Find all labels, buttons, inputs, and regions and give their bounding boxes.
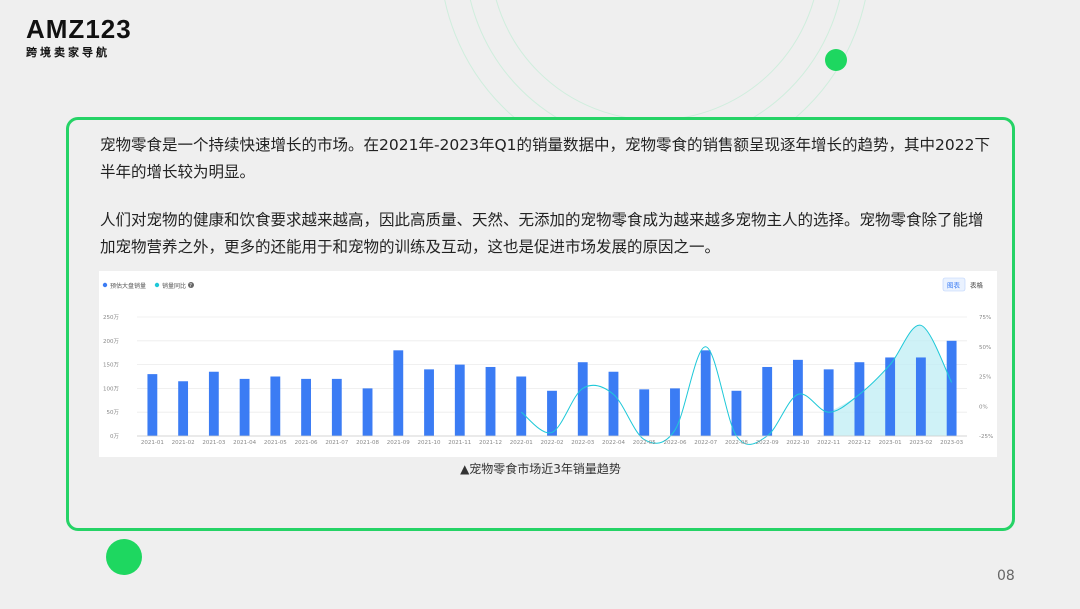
bar-2021-08 (362, 388, 373, 436)
y-right-tick: 75% (979, 315, 991, 321)
x-tick-label: 2021-11 (448, 440, 471, 446)
bar-2022-11 (823, 369, 834, 436)
bar-2021-09 (393, 350, 404, 436)
bar-2021-11 (454, 364, 465, 436)
y-left-tick: 100万 (103, 385, 119, 392)
bar-2021-05 (270, 376, 281, 436)
chart-svg: 预估大盘销量 销量同比? 图表 表格 0万 50万 100万 150万 200万 250万 -25%… (102, 277, 993, 446)
x-tick-label: 2023-02 (909, 440, 932, 446)
x-tick-label: 2022-10 (786, 440, 809, 446)
bar-2023-02 (915, 357, 926, 436)
y-left-tick: 250万 (103, 314, 119, 321)
content-card: 宠物零食是一个持续快速增长的市场。在2021年-2023年Q1的销量数据中，宠物… (66, 117, 1015, 531)
decorative-dot (825, 49, 847, 71)
x-tick-label: 2021-01 (141, 440, 164, 446)
toggle-table: 表格 (970, 281, 984, 290)
paragraph-market-drivers: 人们对宠物的健康和饮食要求越来越高，因此高质量、天然、无添加的宠物零食成为越来越… (100, 211, 984, 256)
brand-tagline: 跨境卖家导航 (26, 46, 110, 59)
bar-2022-04 (608, 371, 619, 436)
bar-2021-03 (208, 371, 219, 436)
bar-2021-12 (485, 366, 496, 436)
paragraph-market-growth: 宠物零食是一个持续快速增长的市场。在2021年-2023年Q1的销量数据中，宠物… (100, 136, 990, 181)
legend-marker-2 (154, 282, 160, 288)
x-tick-label: 2022-06 (663, 440, 686, 446)
bar-2021-07 (331, 378, 342, 436)
y-left-tick: 50万 (107, 409, 120, 416)
bar-2021-01 (147, 374, 158, 436)
x-tick-label: 2021-10 (418, 440, 441, 446)
x-tick-label: 2022-11 (817, 440, 840, 446)
x-tick-label: 2021-06 (295, 440, 318, 446)
y-left-tick: 150万 (103, 362, 119, 369)
chart-caption: ▲宠物零食市场近3年销量趋势 (460, 462, 621, 476)
y-right-tick: 50% (979, 345, 991, 351)
x-tick-label: 2022-05 (633, 440, 656, 446)
bar-2021-02 (178, 381, 189, 436)
bar-2022-10 (793, 359, 803, 436)
x-tick-label: 2022-02 (541, 440, 564, 446)
x-tick-label: 2021-08 (356, 440, 379, 446)
decorative-dot-large (106, 539, 142, 575)
bar-2022-12 (854, 362, 865, 436)
bar-2023-03 (946, 340, 957, 436)
x-tick-label: 2022-03 (571, 440, 594, 446)
sales-trend-chart: 预估大盘销量 销量同比? 图表 表格 0万 50万 100万 150万 200万 250万 -25%… (99, 271, 997, 457)
x-tick-label: 2021-03 (202, 440, 225, 446)
bar-2022-05 (639, 389, 650, 436)
x-tick-label: 2022-12 (848, 440, 871, 446)
y-left-tick: 0万 (110, 433, 119, 440)
x-tick-label: 2023-03 (940, 440, 963, 446)
brand-name: AMZ123 (26, 14, 132, 44)
x-tick-label: 2021-09 (387, 440, 410, 446)
legend-label-2: 销量同比 (162, 282, 186, 290)
toggle-chart: 图表 (947, 281, 961, 290)
x-tick-label: 2022-08 (725, 440, 748, 446)
bar-2021-10 (424, 369, 434, 436)
x-tick-label: 2023-01 (879, 440, 902, 446)
help-icon-glyph: ? (189, 283, 192, 289)
legend-label-1: 预估大盘销量 (110, 282, 146, 290)
y-right-tick: -25% (979, 434, 993, 440)
x-tick-label: 2021-04 (233, 440, 256, 446)
x-tick-label: 2021-02 (172, 440, 195, 446)
x-tick-label: 2022-09 (756, 440, 779, 446)
bar-2021-04 (239, 378, 250, 436)
y-right-tick: 25% (979, 375, 991, 381)
bar-2022-06 (670, 388, 680, 436)
x-tick-label: 2021-05 (264, 440, 287, 446)
y-right-tick: 0% (979, 404, 988, 410)
x-tick-label: 2022-07 (694, 440, 717, 446)
bar-2022-09 (762, 366, 773, 436)
bar-2022-03 (577, 362, 588, 436)
x-tick-label: 2021-07 (325, 440, 348, 446)
x-tick-label: 2022-01 (510, 440, 533, 446)
bar-2022-07 (700, 350, 711, 436)
page-number: 08 (997, 568, 1015, 584)
brand-logo: AMZ123 跨境卖家导航 (26, 16, 132, 60)
bar-2022-02 (547, 390, 557, 436)
x-tick-label: 2021-12 (479, 440, 502, 446)
bar-2021-06 (301, 378, 311, 436)
y-left-tick: 200万 (103, 338, 119, 345)
bar-2022-01 (516, 376, 527, 436)
x-tick-label: 2022-04 (602, 440, 625, 446)
legend-marker-1 (102, 282, 108, 288)
bar-2023-01 (885, 357, 896, 436)
